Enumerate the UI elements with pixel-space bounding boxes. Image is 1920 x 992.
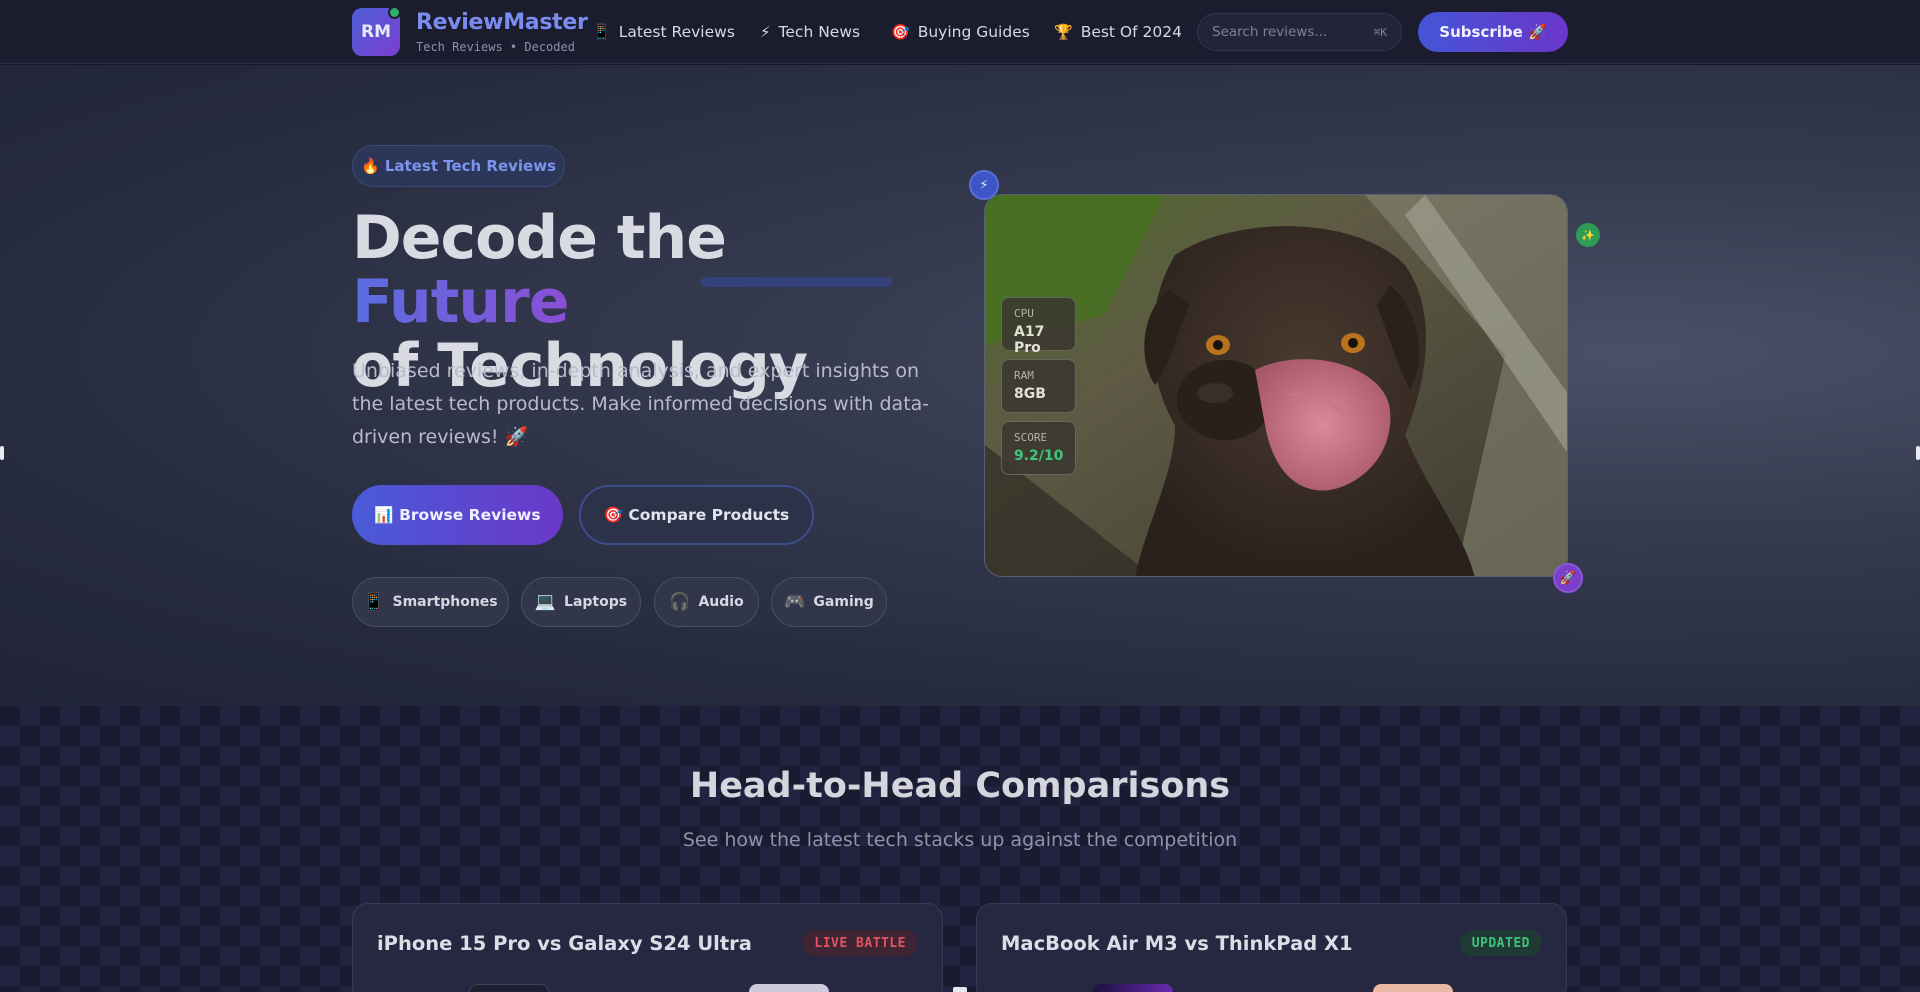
spec-card-score: SCORE 9.2/10 [1001,421,1076,475]
spec-value: 9.2/10 [1014,448,1064,464]
smartphone-icon: 📱 [363,592,385,612]
phone-icon: 📱 [592,23,611,41]
logo-text: RM [360,22,391,42]
nav-link-label: Latest Reviews [618,23,735,41]
spec-card-cpu: CPU A17 Pro [1001,297,1076,356]
category-label: Laptops [564,594,628,610]
spec-value: A17 Pro [1014,324,1045,356]
category-label: Smartphones [392,594,498,610]
product-thumbnail [749,984,829,992]
category-chip-smartphones[interactable]: 📱 Smartphones [352,577,509,627]
spec-label: RAM [1014,369,1034,382]
product-thumbnail [469,984,549,992]
compare-products-button[interactable]: 🎯 Compare Products [579,485,814,545]
spec-value: 8GB [1014,386,1046,402]
laptop-icon: 💻 [534,592,557,612]
scroll-handle-right [1916,446,1920,460]
comparison-card[interactable]: MacBook Air M3 vs ThinkPad X1 UPDATED [976,903,1567,992]
nav-link-latest-reviews[interactable]: 📱 Latest Reviews [592,20,735,44]
spec-label: CPU [1014,307,1034,320]
comparison-card-title: iPhone 15 Pro vs Galaxy S24 Ultra [377,932,752,955]
product-thumbnail [1373,984,1453,992]
nav-link-label: Best Of 2024 [1080,23,1182,41]
hero-title-highlight: Future [352,267,569,337]
nav-link-best-of-2024[interactable]: 🏆 Best Of 2024 [1054,20,1182,44]
scroll-indicator [953,987,967,992]
browse-reviews-button[interactable]: 📊 Browse Reviews [352,485,563,545]
subscribe-button[interactable]: Subscribe 🚀 [1418,12,1568,52]
brand-name[interactable]: ReviewMaster [416,10,588,35]
spec-card-ram: RAM 8GB [1001,359,1076,413]
category-chip-gaming[interactable]: 🎮 Gaming [771,577,887,627]
comparison-card[interactable]: iPhone 15 Pro vs Galaxy S24 Ultra LIVE B… [352,903,943,992]
comparison-card-title: MacBook Air M3 vs ThinkPad X1 [1001,932,1353,955]
comparisons-subtitle: See how the latest tech stacks up agains… [682,829,1238,851]
hero-badge: 🔥 Latest Tech Reviews [352,145,565,187]
nav-link-tech-news[interactable]: ⚡ Tech News [760,20,860,44]
lightning-icon: ⚡ [760,23,771,41]
nav-link-buying-guides[interactable]: 🎯 Buying Guides [891,20,1030,44]
comparisons-title: Head-to-Head Comparisons [689,766,1231,806]
nav-link-label: Tech News [778,23,861,41]
top-navigation: RM ReviewMaster Tech Reviews • Decoded 📱… [0,0,1920,64]
status-badge: LIVE BATTLE [802,930,918,956]
scroll-handle-left [0,446,4,460]
product-thumbnail [1093,984,1173,992]
brand-tagline: Tech Reviews • Decoded [416,40,575,54]
hero-description: Unbiased reviews, in-depth analysis, and… [352,360,930,448]
target-icon: 🎯 [891,23,910,41]
spec-label: SCORE [1014,431,1048,444]
status-badge: UPDATED [1459,930,1542,956]
lightning-icon: ⚡ [969,170,999,200]
hero-section [0,65,1920,706]
gamepad-icon: 🎮 [784,592,806,612]
online-status-dot [388,6,401,19]
hero-title-part1: Decode the [352,203,727,273]
category-label: Audio [698,594,744,610]
nav-link-label: Buying Guides [917,23,1030,41]
search-box[interactable]: ⌘K [1197,13,1402,51]
headphones-icon: 🎧 [669,592,691,612]
category-label: Gaming [813,594,874,610]
category-chip-audio[interactable]: 🎧 Audio [654,577,759,627]
category-chip-laptops[interactable]: 💻 Laptops [521,577,641,627]
search-shortcut-hint: ⌘K [1373,25,1387,39]
search-input[interactable] [1212,24,1374,40]
sparkle-icon: ✨ [1576,223,1600,247]
trophy-icon: 🏆 [1054,23,1073,41]
rocket-icon: 🚀 [1553,563,1583,593]
